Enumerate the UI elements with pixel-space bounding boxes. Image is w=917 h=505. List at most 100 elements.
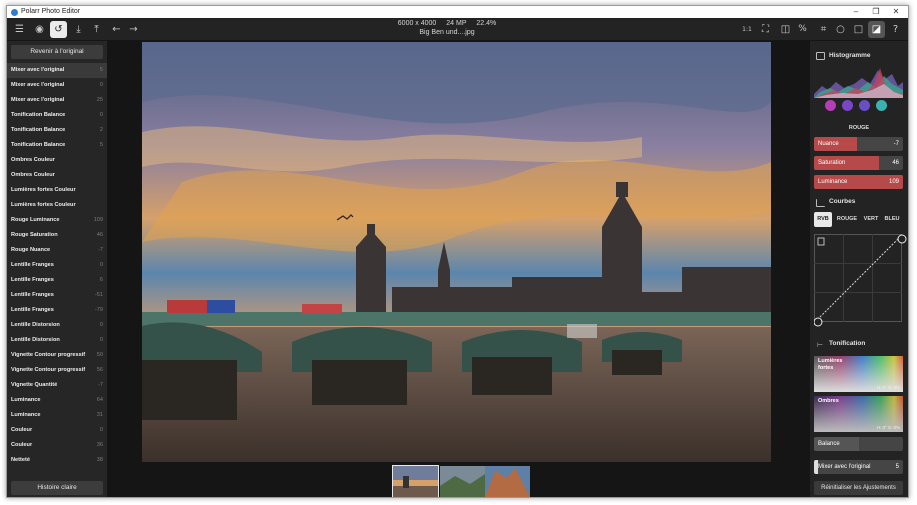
- cyan-channel-swatch[interactable]: [876, 100, 887, 111]
- history-item[interactable]: Lentille Franges 0: [7, 258, 107, 273]
- history-item-value: 109: [93, 217, 103, 223]
- history-item[interactable]: Rouge Luminance 109: [7, 213, 107, 228]
- history-item-value: -7: [98, 247, 103, 253]
- history-item[interactable]: Tonification Balance 5: [7, 138, 107, 153]
- mix-label: Mixer avec l'original: [818, 464, 871, 470]
- tab-rgb[interactable]: RVB: [814, 212, 832, 227]
- mix-value: 5: [895, 464, 899, 470]
- redo-icon[interactable]: →: [125, 21, 142, 38]
- toolbar: ☰ ◉ ↺ ⤓ ⤒ ← → 6000 x 4000 24 MP 22.4% Bi…: [7, 18, 908, 41]
- hue-value: -7: [893, 141, 899, 147]
- history-item-label: Luminance: [11, 397, 41, 403]
- history-item[interactable]: Tonification Balance 0: [7, 108, 107, 123]
- history-item-label: Netteté: [11, 457, 30, 463]
- fit-screen-icon[interactable]: ⛶: [757, 21, 774, 38]
- thumbnail[interactable]: [392, 465, 439, 497]
- history-item[interactable]: Mixer avec l'original 0: [7, 78, 107, 93]
- history-item-label: Ombres Couleur: [11, 157, 55, 163]
- red-channel-swatch[interactable]: [825, 100, 836, 111]
- balance-slider[interactable]: Balance: [814, 437, 903, 451]
- history-item[interactable]: Tonification Balance 2: [7, 123, 107, 138]
- history-item-value: -7: [98, 382, 103, 388]
- close-button[interactable]: ✕: [887, 6, 905, 18]
- history-item[interactable]: Lumières fortes Couleur: [7, 183, 107, 198]
- thumbnail[interactable]: [485, 466, 530, 497]
- import-icon[interactable]: ⤓: [70, 21, 87, 38]
- actual-size-button[interactable]: 1:1: [737, 21, 757, 38]
- history-item[interactable]: Mixer avec l'original 5: [7, 63, 107, 78]
- history-item[interactable]: Rouge Nuance -7: [7, 243, 107, 258]
- thumbnail[interactable]: [440, 466, 485, 497]
- history-item[interactable]: Rouge Saturation 46: [7, 228, 107, 243]
- minimize-button[interactable]: –: [847, 6, 865, 18]
- history-item[interactable]: Vignette Quantité -7: [7, 378, 107, 393]
- history-item-label: Mixer avec l'original: [11, 82, 65, 88]
- file-name: Big Ben und....jpg: [419, 29, 475, 36]
- history-item-label: Tonification Balance: [11, 127, 66, 133]
- menu-icon[interactable]: ☰: [11, 21, 28, 38]
- canvas-area: [107, 41, 810, 497]
- luminance-slider[interactable]: Luminance 109: [814, 175, 903, 189]
- tab-green[interactable]: VERT: [862, 212, 880, 227]
- maximize-button[interactable]: ❐: [867, 6, 885, 18]
- history-item-label: Tonification Balance: [11, 112, 66, 118]
- history-item[interactable]: Ombres Couleur: [7, 168, 107, 183]
- export-icon[interactable]: ⤒: [88, 21, 105, 38]
- toning-icon: ⊢: [817, 342, 824, 349]
- highlights-color-picker[interactable]: Lumières fortes H: 0° S: 0%: [814, 356, 903, 392]
- histogram-chart: [814, 68, 903, 98]
- hue-slider[interactable]: Nuance -7: [814, 137, 903, 151]
- tab-red[interactable]: ROUGE: [835, 212, 859, 227]
- history-item-label: Vignette Contour progressif: [11, 367, 86, 373]
- crop-icon[interactable]: ⌗: [815, 21, 832, 38]
- zoom-level: 22.4%: [476, 20, 497, 27]
- app-window: Polarr Photo Editor – ❐ ✕ ☰ ◉ ↺ ⤓ ⤒ ← → …: [6, 5, 909, 498]
- curves-title: Courbes: [829, 198, 856, 205]
- history-item[interactable]: Lentille Franges 6: [7, 273, 107, 288]
- mix-slider[interactable]: Mixer avec l'original 5: [814, 460, 903, 474]
- history-item[interactable]: Lentille Distorsion 0: [7, 333, 107, 348]
- history-item-value: 0: [99, 322, 103, 328]
- history-item[interactable]: Mixer avec l'original 25: [7, 93, 107, 108]
- history-item[interactable]: Lentille Distorsion 0: [7, 318, 107, 333]
- history-item-label: Rouge Nuance: [11, 247, 51, 253]
- history-item[interactable]: Couleur 0: [7, 423, 107, 438]
- history-item[interactable]: Ombres Couleur: [7, 153, 107, 168]
- square-icon[interactable]: □: [850, 21, 867, 38]
- histogram-icon: [816, 52, 825, 60]
- photo-canvas[interactable]: [142, 42, 771, 462]
- history-item[interactable]: Lumières fortes Couleur: [7, 198, 107, 213]
- history-item[interactable]: Netteté 38: [7, 453, 107, 468]
- reset-adjustments-button[interactable]: Réinitialiser les Ajustements: [814, 481, 903, 495]
- history-item-label: Lentille Franges: [11, 292, 54, 298]
- history-item[interactable]: Luminance 64: [7, 393, 107, 408]
- history-item-value: -51: [94, 292, 103, 298]
- filters-icon[interactable]: ◉: [31, 21, 48, 38]
- history-item[interactable]: Couleur 36: [7, 438, 107, 453]
- circle-icon[interactable]: ○: [832, 21, 849, 38]
- mask-icon[interactable]: ◪: [868, 21, 885, 38]
- adjust-icon[interactable]: %: [794, 21, 811, 38]
- trash-icon[interactable]: [817, 237, 825, 246]
- shadows-color-picker[interactable]: Ombres H: 0° S: 0%: [814, 396, 903, 432]
- title-bar: Polarr Photo Editor – ❐ ✕: [7, 6, 908, 18]
- purple-channel-swatch[interactable]: [842, 100, 853, 111]
- tab-blue[interactable]: BLEU: [883, 212, 901, 227]
- help-icon[interactable]: ?: [887, 21, 904, 38]
- history-item[interactable]: Vignette Contour progressif 56: [7, 363, 107, 378]
- clear-history-button[interactable]: Histoire claire: [11, 481, 103, 495]
- history-item-value: 38: [96, 457, 103, 463]
- history-item[interactable]: Lentille Franges -79: [7, 303, 107, 318]
- history-icon[interactable]: ↺: [50, 21, 67, 38]
- saturation-slider[interactable]: Saturation 46: [814, 156, 903, 170]
- history-panel: Revenir à l'original Mixer avec l'origin…: [7, 41, 107, 497]
- compare-icon[interactable]: ◫: [777, 21, 794, 38]
- balance-label: Balance: [818, 441, 840, 447]
- history-item[interactable]: Vignette Contour progressif 50: [7, 348, 107, 363]
- history-item[interactable]: Luminance 31: [7, 408, 107, 423]
- history-item[interactable]: Lentille Franges -51: [7, 288, 107, 303]
- blue-channel-swatch[interactable]: [859, 100, 870, 111]
- curves-graph[interactable]: [814, 234, 908, 329]
- undo-icon[interactable]: ←: [108, 21, 125, 38]
- revert-to-original-button[interactable]: Revenir à l'original: [11, 45, 103, 59]
